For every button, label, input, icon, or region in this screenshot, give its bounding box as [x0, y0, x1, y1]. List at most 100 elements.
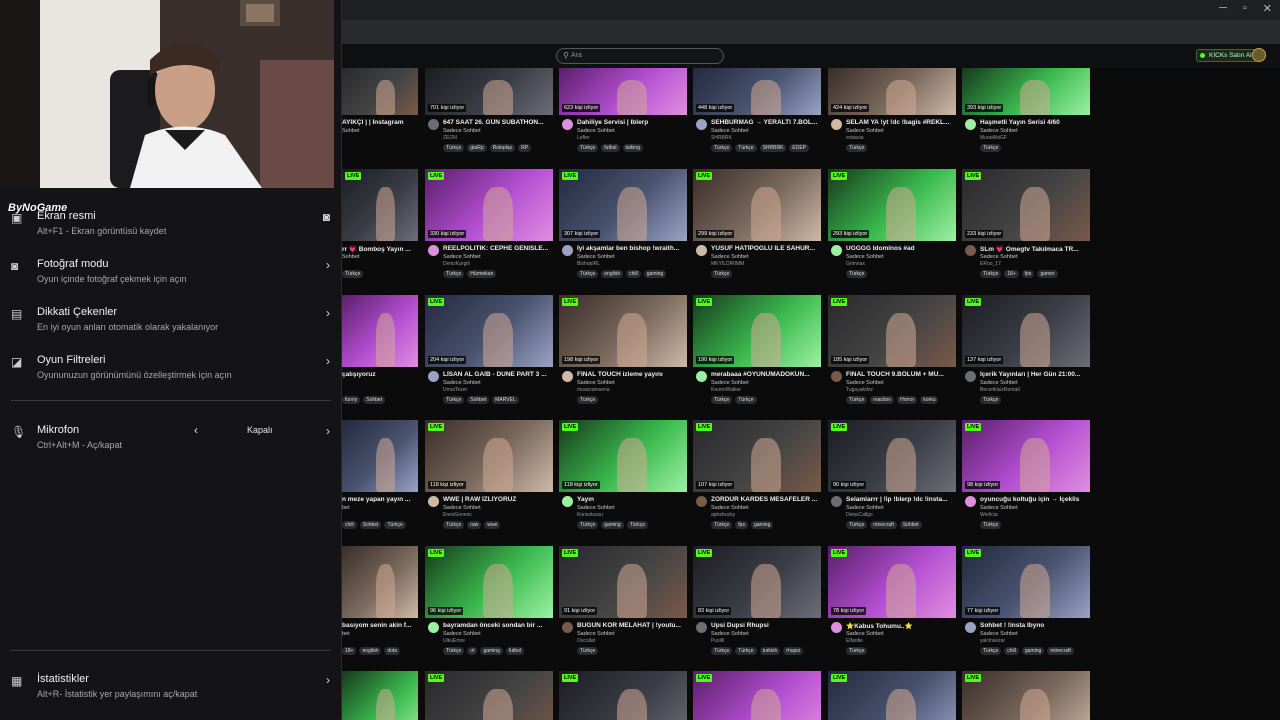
stream-title[interactable]: AYIKÇI | | İnstagram	[342, 119, 418, 126]
stream-category[interactable]: Sadece Sohbet	[443, 631, 481, 637]
stream-thumbnail[interactable]: 623 kişi izliyor	[559, 68, 687, 115]
stream-thumbnail[interactable]	[342, 546, 418, 618]
stream-title[interactable]: merabaaa #OYUNUMADOKUN...	[711, 371, 821, 378]
streamer-name[interactable]: MuratAbiGF	[980, 135, 1007, 141]
tag[interactable]: funny	[342, 396, 361, 404]
streamer-avatar[interactable]	[428, 371, 439, 382]
tag[interactable]: SHRBRK	[759, 144, 787, 152]
tag[interactable]: Sohbet	[899, 521, 922, 529]
tag[interactable]: Türkçe	[384, 521, 406, 529]
stream-thumbnail[interactable]: LIVE 118 kişi izliyor	[425, 420, 553, 492]
stream-title[interactable]: FINAL TOUCH 9.BÖLÜM + MU...	[846, 371, 956, 378]
tag[interactable]: Türkçe	[443, 396, 465, 404]
tag[interactable]: english	[601, 270, 624, 278]
stream-category[interactable]: bet	[342, 505, 350, 511]
streamer-avatar[interactable]	[965, 245, 976, 256]
stream-title[interactable]: WWE | RAW İZLİYORUZ	[443, 496, 553, 503]
tag[interactable]: futbol	[601, 144, 620, 152]
streamer-name[interactable]: Pusilli	[711, 638, 724, 644]
tag[interactable]: Türkçe	[980, 270, 1002, 278]
tag[interactable]: Türkçe	[735, 647, 757, 655]
streamer-avatar[interactable]	[965, 119, 976, 130]
tag[interactable]: Türkçe	[846, 647, 868, 655]
tag[interactable]: Sohbet	[363, 396, 386, 404]
stream-thumbnail[interactable]: LIVE 233 kişi izliyor	[962, 169, 1090, 241]
streamer-avatar[interactable]	[428, 622, 439, 633]
tag[interactable]: Türkçe	[443, 647, 465, 655]
stream-category[interactable]: Sadece Sohbet	[846, 505, 884, 511]
stream-title[interactable]: İyi akşamlar ben bishop !wraith...	[577, 245, 687, 252]
streamer-name[interactable]: BishopIRL	[577, 261, 600, 267]
stream-category[interactable]: Sadece Sohbet	[577, 254, 615, 260]
streamer-name[interactable]: SHRBRK	[711, 135, 732, 141]
tag[interactable]: gamer	[1037, 270, 1058, 278]
stream-thumbnail[interactable]	[342, 68, 418, 115]
tag[interactable]: Türkçe	[980, 521, 1002, 529]
stream-thumbnail[interactable]	[342, 295, 418, 367]
tag[interactable]: MARVEL	[492, 396, 519, 404]
streamer-name[interactable]: Tugayakdnz	[846, 387, 873, 393]
tag[interactable]: minecraft	[1047, 647, 1074, 655]
stream-title[interactable]: FINAL TOUCH izleme yayını	[577, 371, 687, 378]
tag[interactable]: reaction	[870, 396, 895, 404]
stream-title[interactable]: 647 SAAT 26. GÜN SUBATHON...	[443, 119, 553, 126]
tag[interactable]: Türkçe	[846, 396, 868, 404]
photo-mode-item[interactable]: ◙ Fotoğraf modu Oyun içinde fotoğraf çek…	[0, 255, 342, 299]
screenshot-item[interactable]: ▣ Ekran resmi Alt+F1 - Ekran görüntüsü k…	[0, 207, 342, 251]
stream-title[interactable]: ⭐Kabus Tohumu..⭐	[846, 622, 956, 630]
streamer-name[interactable]: EnesGonenc	[443, 512, 472, 518]
tag[interactable]: Türkçe	[846, 270, 868, 278]
minimize-icon[interactable]: ─	[1219, 2, 1227, 15]
streamer-avatar[interactable]	[428, 245, 439, 256]
stream-title[interactable]: BUGÜN KÖR MELAHAT | !youtu...	[577, 622, 687, 629]
stream-thumbnail[interactable]: 701 kişi izliyor	[425, 68, 553, 115]
stream-title[interactable]: bayramdan önceki sondan bir ...	[443, 622, 553, 629]
close-icon[interactable]: ✕	[1263, 2, 1272, 15]
stream-category[interactable]: Sadece Sohbet	[577, 631, 615, 637]
tag[interactable]: Türkçe	[980, 396, 1002, 404]
stream-title[interactable]: n meze yapan yayın ...	[342, 496, 418, 503]
streamer-name[interactable]: ertassia	[846, 135, 864, 141]
stream-thumbnail[interactable]: LIVE 198 kişi izliyor	[559, 295, 687, 367]
streamer-name[interactable]: muazzamsena	[577, 387, 610, 393]
tag[interactable]: minecraft	[870, 521, 897, 529]
user-avatar[interactable]	[1252, 48, 1266, 62]
stream-title[interactable]: Upsi Dupsi Rhupsi	[711, 622, 821, 629]
streamer-avatar[interactable]	[696, 371, 707, 382]
stream-category[interactable]: Sohbet	[342, 254, 359, 260]
streamer-name[interactable]: Lefter	[577, 135, 590, 141]
stream-thumbnail[interactable]: LIVE 83 kişi izliyor	[693, 546, 821, 618]
stream-thumbnail[interactable]: LIVE 185 kişi izliyor	[828, 295, 956, 367]
chevron-right-icon[interactable]: ›	[326, 424, 330, 438]
maximize-icon[interactable]: ▫	[1243, 2, 1247, 15]
stream-category[interactable]: Sadece Sohbet	[980, 128, 1018, 134]
stream-category[interactable]: Sohbet	[342, 128, 359, 134]
tag[interactable]: Türkçe	[577, 270, 599, 278]
tag[interactable]: RP	[518, 144, 532, 152]
stream-title[interactable]: REELPOLITIK: CEPHE GENISLE...	[443, 245, 553, 252]
stream-thumbnail[interactable]	[342, 671, 418, 720]
stream-category[interactable]: Sadece Sohbet	[846, 380, 884, 386]
streamer-name[interactable]: ZEON	[443, 135, 457, 141]
tag[interactable]: Türkçe	[443, 270, 465, 278]
tag[interactable]: futbol	[505, 647, 525, 655]
stream-thumbnail[interactable]: LIVE	[828, 671, 956, 720]
stream-thumbnail[interactable]: LIVE	[693, 671, 821, 720]
stream-thumbnail[interactable]: LIVE 307 kişi izliyor	[559, 169, 687, 241]
tag[interactable]: gaming	[643, 270, 667, 278]
tag[interactable]: Hürmekan	[467, 270, 497, 278]
streamer-name[interactable]: DenizKargili	[443, 261, 470, 267]
game-filters-item[interactable]: ◪ Oyun Filtreleri Oyununuzun görünümünü …	[0, 351, 342, 395]
tag[interactable]: gtaRp	[467, 144, 487, 152]
stream-thumbnail[interactable]: LIVE 118 kişi izliyor	[559, 420, 687, 492]
stream-category[interactable]: Sadece Sohbet	[711, 254, 749, 260]
tag[interactable]: Türkçe	[980, 144, 1002, 152]
stream-category[interactable]: Sadece Sohbet	[577, 380, 615, 386]
tag[interactable]: Sohbet	[359, 521, 382, 529]
tag[interactable]: Türkçe	[711, 647, 733, 655]
stream-thumbnail[interactable]: 448 kişi izliyor	[693, 68, 821, 115]
tag[interactable]: Türkçe	[846, 521, 868, 529]
tag[interactable]: turkish	[759, 647, 781, 655]
stream-thumbnail[interactable]: 393 kişi izliyor	[962, 68, 1090, 115]
stream-title[interactable]: Yayın	[577, 496, 687, 503]
